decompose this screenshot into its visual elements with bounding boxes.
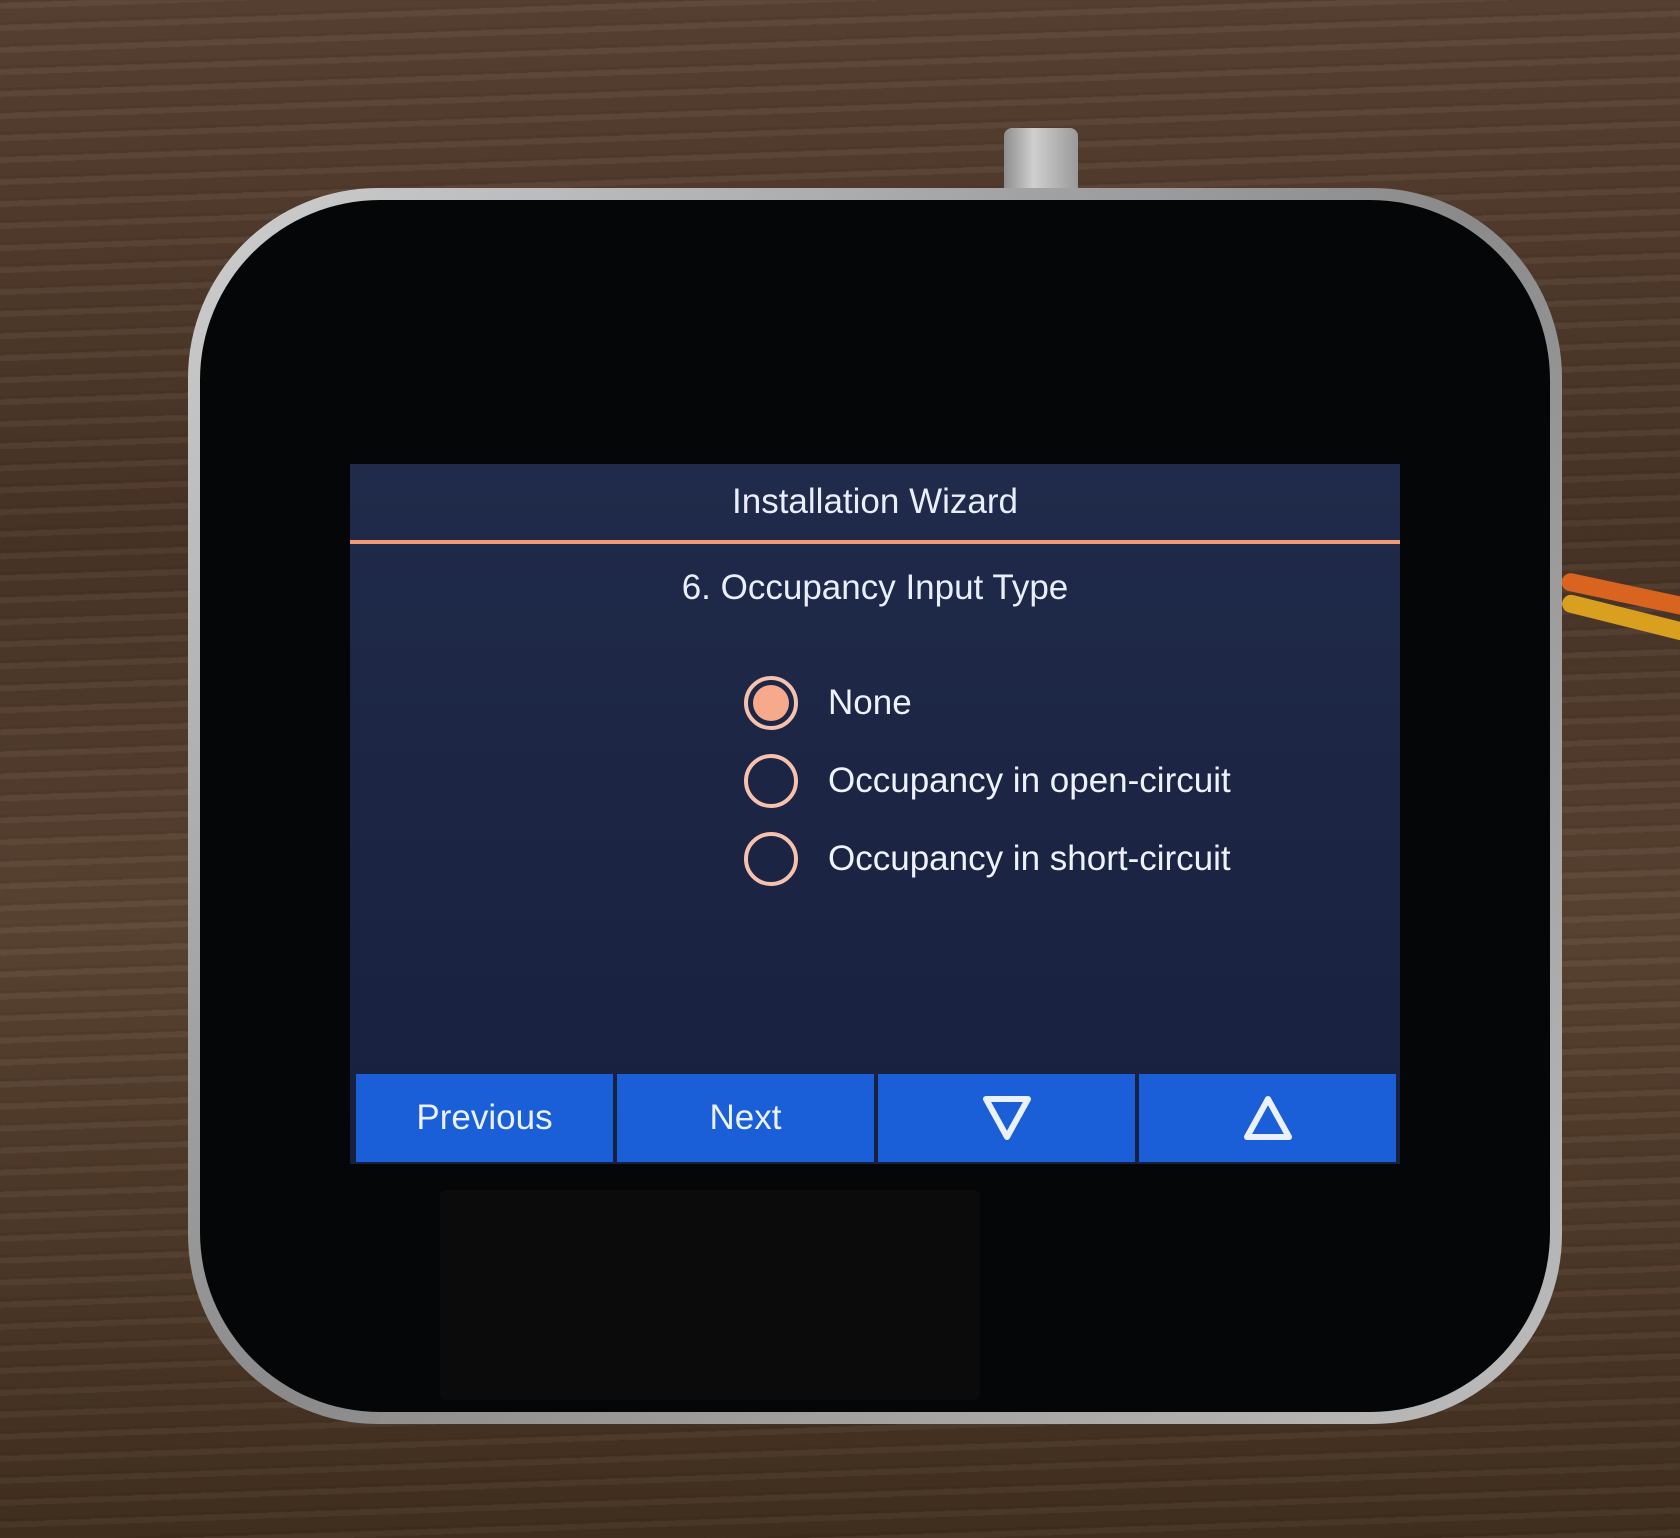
wizard-header: Installation Wizard: [350, 464, 1400, 540]
option-label: None: [828, 683, 912, 722]
radio-dot: [753, 685, 789, 721]
radio-selected[interactable]: [744, 676, 798, 730]
option-label: Occupancy in short-circuit: [828, 839, 1231, 878]
option-none[interactable]: None: [744, 664, 1231, 742]
lower-glass-area: [440, 1190, 980, 1400]
radio-unselected[interactable]: [744, 754, 798, 808]
page-title: Installation Wizard: [732, 482, 1018, 521]
scroll-down-button[interactable]: [878, 1074, 1135, 1162]
occupancy-options: None Occupancy in open-circuit Occupancy…: [744, 664, 1231, 898]
radio-unselected[interactable]: [744, 832, 798, 886]
previous-button[interactable]: Previous: [356, 1074, 613, 1162]
header-divider: [350, 540, 1400, 544]
triangle-down-icon: [982, 1096, 1031, 1140]
nav-bar: Previous Next: [356, 1074, 1396, 1162]
next-button[interactable]: Next: [617, 1074, 874, 1162]
option-open-circuit[interactable]: Occupancy in open-circuit: [744, 742, 1231, 820]
wizard-screen: Installation Wizard 6. Occupancy Input T…: [350, 464, 1400, 1164]
option-label: Occupancy in open-circuit: [828, 761, 1231, 800]
step-title: 6. Occupancy Input Type: [681, 568, 1069, 607]
option-short-circuit[interactable]: Occupancy in short-circuit: [744, 820, 1231, 898]
scroll-up-button[interactable]: [1139, 1074, 1396, 1162]
triangle-up-icon: [1243, 1096, 1292, 1140]
